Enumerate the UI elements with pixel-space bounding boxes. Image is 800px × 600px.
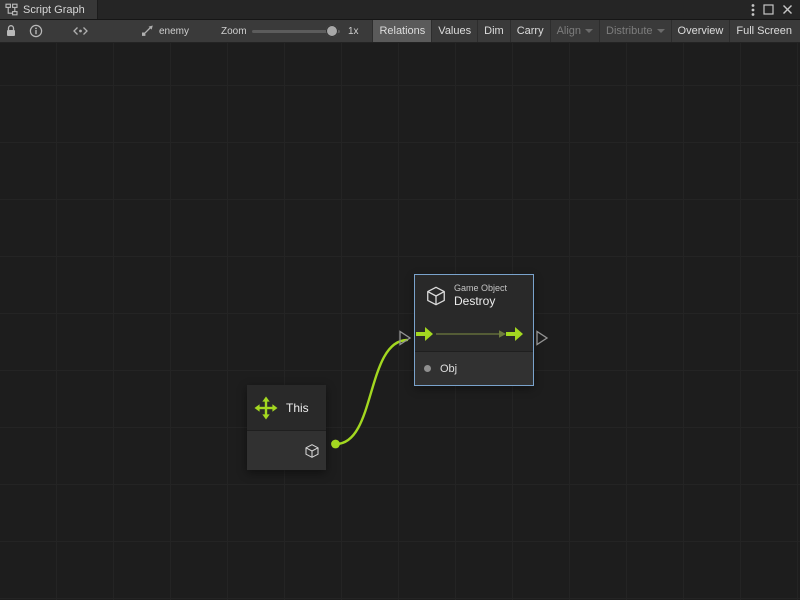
zoom-slider-track[interactable] (252, 30, 340, 33)
obj-port-label: Obj (440, 363, 457, 375)
node-this-footer (247, 430, 326, 470)
script-graph-icon (5, 3, 18, 16)
value-connection-wire (336, 340, 407, 444)
toolbar-buttons: Relations Values Dim Carry Align Distrib… (372, 20, 798, 42)
maximize-icon[interactable] (763, 4, 774, 15)
dim-button[interactable]: Dim (477, 20, 510, 42)
window-controls (751, 3, 800, 17)
flow-output-arrow-icon[interactable] (506, 327, 523, 341)
tab-script-graph[interactable]: Script Graph (0, 0, 98, 19)
carry-button[interactable]: Carry (510, 20, 550, 42)
graph-canvas[interactable]: Game Object Destroy (0, 43, 800, 600)
node-title: Destroy (454, 294, 507, 309)
overview-button-label: Overview (678, 25, 724, 37)
fullscreen-button-label: Full Screen (736, 25, 792, 37)
zoom-slider[interactable] (252, 20, 340, 42)
node-port-row: Obj (415, 351, 533, 385)
relation-arrow-icon (436, 330, 506, 338)
carry-button-label: Carry (517, 25, 544, 37)
control-input-port-triangle[interactable] (400, 332, 410, 345)
code-node-icon (72, 24, 89, 38)
lock-icon (5, 24, 17, 38)
graph-inspector-toggle[interactable] (72, 20, 89, 42)
values-button[interactable]: Values (431, 20, 477, 42)
graph-toolbar: enemy Zoom 1x Relations Values Dim Carry… (0, 20, 800, 43)
control-output-port-triangle[interactable] (537, 332, 547, 345)
this-move-icon (254, 396, 278, 420)
graph-asset-icon (141, 25, 154, 37)
align-dropdown[interactable]: Align (550, 20, 599, 42)
tab-title: Script Graph (23, 4, 85, 16)
distribute-dropdown[interactable]: Distribute (599, 20, 670, 42)
graph-breadcrumb[interactable]: enemy (141, 20, 189, 42)
fullscreen-button[interactable]: Full Screen (729, 20, 798, 42)
zoom-group: Zoom (221, 20, 247, 42)
chevron-down-icon (657, 29, 665, 33)
align-dropdown-label: Align (557, 25, 581, 37)
connection-source-dot[interactable] (331, 440, 340, 449)
lock-toggle[interactable] (5, 20, 17, 42)
zoom-value-group: 1x (348, 20, 359, 42)
node-destroy[interactable]: Game Object Destroy (415, 275, 533, 385)
flow-input-arrow-icon[interactable] (416, 327, 433, 341)
relations-button[interactable]: Relations (372, 20, 431, 42)
kebab-menu-icon[interactable] (751, 3, 755, 17)
obj-input-port[interactable] (424, 365, 431, 372)
game-object-output-port-icon[interactable] (304, 443, 320, 459)
close-icon[interactable] (782, 4, 793, 15)
node-this[interactable]: This (247, 385, 326, 470)
zoom-value: 1x (348, 26, 359, 37)
node-flow-row (415, 317, 533, 351)
info-icon (29, 24, 43, 38)
graph-name: enemy (159, 26, 189, 37)
chevron-down-icon (585, 29, 593, 33)
node-destroy-header[interactable]: Game Object Destroy (415, 275, 533, 317)
distribute-dropdown-label: Distribute (606, 25, 652, 37)
overview-button[interactable]: Overview (671, 20, 730, 42)
relations-button-label: Relations (379, 25, 425, 37)
game-object-cube-icon (425, 285, 447, 307)
zoom-slider-handle[interactable] (326, 25, 338, 37)
titlebar: Script Graph (0, 0, 800, 20)
values-button-label: Values (438, 25, 471, 37)
node-this-header[interactable]: This (247, 385, 326, 430)
inspector-toggle[interactable] (29, 20, 43, 42)
node-title: This (286, 401, 309, 415)
dim-button-label: Dim (484, 25, 504, 37)
node-category: Game Object (454, 283, 507, 294)
zoom-label: Zoom (221, 26, 247, 37)
